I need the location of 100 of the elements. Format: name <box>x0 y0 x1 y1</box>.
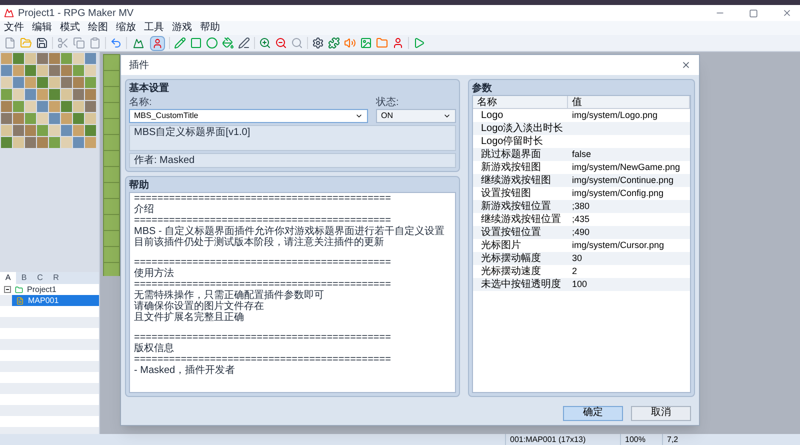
parameter-value: 100 <box>571 278 588 291</box>
caret-icon <box>355 112 363 120</box>
tileset-tab[interactable]: C <box>32 272 48 284</box>
column-header[interactable]: 名称 <box>473 96 568 108</box>
separator-text: ============================================ <box>134 257 392 268</box>
table-row[interactable]: Logo淡入淡出时长 <box>473 122 690 135</box>
group-title: 参数 <box>472 83 493 95</box>
section-heading: 版权信息 <box>134 343 175 354</box>
column-header[interactable]: 值 <box>568 96 690 108</box>
rectangle-icon[interactable] <box>190 37 202 49</box>
parameter-value: img/system/NewGame.png <box>571 161 682 174</box>
cut-icon[interactable] <box>57 37 69 49</box>
parameter-name: Logo停留时长 <box>480 135 544 148</box>
section-heading: 使用方法 <box>134 268 175 279</box>
window-title: Project1 - RPG Maker MV <box>18 6 134 20</box>
tileset-tab[interactable]: R <box>48 272 64 284</box>
table-row[interactable]: 未选中按钮透明度 100 <box>473 278 690 291</box>
parameter-value: 30 <box>571 252 584 265</box>
settings-icon[interactable] <box>312 37 324 49</box>
tree-item[interactable]: MAP001 <box>12 295 99 306</box>
separator-text: ============================================ <box>134 279 392 290</box>
parameter-value: ;490 <box>571 226 591 239</box>
paste-icon[interactable] <box>89 37 101 49</box>
parameter-name: 新游戏按钮图 <box>480 161 542 174</box>
menu-item[interactable]: 游戏 <box>172 23 192 33</box>
image-icon[interactable] <box>360 37 372 49</box>
status-text: 100% <box>620 434 662 445</box>
search-icon[interactable] <box>291 37 303 49</box>
folder-icon[interactable] <box>376 37 388 49</box>
undo-icon[interactable] <box>110 37 122 49</box>
parameter-name: 新游戏按钮位置 <box>480 200 552 213</box>
parameter-name: 未选中按钮透明度 <box>480 278 562 291</box>
maximize-button[interactable] <box>749 8 758 18</box>
ok-button[interactable]: 确定 <box>563 406 623 420</box>
parameter-name: 继续游戏按钮位置 <box>480 213 562 226</box>
table-row[interactable]: 继续游戏按钮图 img/system/Continue.png <box>473 174 690 187</box>
parameter-value: img/system/Continue.png <box>571 174 675 187</box>
app-icon <box>4 8 14 18</box>
tileset-tab[interactable]: A <box>0 272 16 284</box>
parameter-name: 设置按钮图 <box>480 187 532 200</box>
tileset-tab[interactable]: B <box>16 272 32 284</box>
folder-icon <box>15 286 23 294</box>
menu-item[interactable]: 模式 <box>60 23 80 33</box>
tileset-drawing[interactable] <box>0 52 98 150</box>
help-line: 且文件扩展名完整且正确 <box>134 312 245 323</box>
group-title: 帮助 <box>129 180 150 192</box>
parameter-value: ;435 <box>571 213 591 226</box>
copy-icon[interactable] <box>73 37 85 49</box>
pencil-icon[interactable] <box>174 37 186 49</box>
puzzle-icon[interactable] <box>328 37 340 49</box>
dialog-title: 插件 <box>129 58 149 72</box>
pen-icon[interactable] <box>238 37 250 49</box>
help-line: 目前该插件仍处于测试版本阶段，请注意关注插件的更新 <box>134 237 385 248</box>
table-row[interactable]: 新游戏按钮位置 ;380 <box>473 200 690 213</box>
parameter-name: Logo <box>480 109 504 122</box>
description-field[interactable]: MBS自定义标题界面[v1.0] <box>129 125 456 151</box>
cancel-button[interactable]: 取消 <box>631 406 691 420</box>
status-label: 状态: <box>376 97 400 109</box>
parameter-name: 跳过标题界面 <box>480 148 542 161</box>
parameter-value: false <box>571 148 592 161</box>
zoom-out-icon[interactable] <box>275 37 287 49</box>
close-button[interactable] <box>681 60 691 70</box>
open-icon[interactable] <box>20 37 32 49</box>
parameter-name: 设置按钮位置 <box>480 226 542 239</box>
caret-icon <box>443 112 451 120</box>
tree-item[interactable]: Project1 <box>0 284 99 295</box>
author-field[interactable]: 作者: Masked <box>129 153 456 168</box>
menu-item[interactable]: 工具 <box>144 23 164 33</box>
menu-item[interactable]: 编辑 <box>32 23 52 33</box>
table-row[interactable]: 设置按钮位置 ;490 <box>473 226 690 239</box>
help-line: - Masked，插件开发者 <box>134 365 236 376</box>
section-heading: 介绍 <box>134 204 155 215</box>
event-mode-button[interactable] <box>150 36 165 50</box>
save-icon[interactable] <box>36 37 48 49</box>
status-dropdown[interactable]: ON <box>376 109 456 123</box>
separator-text: ============================================ <box>134 332 392 343</box>
parameter-value: 2 <box>571 265 578 278</box>
fill-icon[interactable] <box>222 37 234 49</box>
parameter-value: ;380 <box>571 200 591 213</box>
close-button[interactable] <box>782 8 792 18</box>
zoom-in-icon[interactable] <box>259 37 271 49</box>
help-line: 请确保你设置的图片文件存在 <box>134 301 265 312</box>
play-icon[interactable] <box>413 37 425 49</box>
speaker-icon[interactable] <box>344 37 356 49</box>
menu-item[interactable]: 文件 <box>4 23 24 33</box>
status-text: 7,2 <box>662 434 704 445</box>
group-title: 基本设置 <box>129 83 170 95</box>
new-icon[interactable] <box>4 37 16 49</box>
ellipse-icon[interactable] <box>206 37 218 49</box>
name-label: 名称: <box>129 97 153 109</box>
parameter-name: Logo淡入淡出时长 <box>480 122 564 135</box>
name-dropdown[interactable]: MBS_CustomTitle <box>129 109 368 123</box>
table-row[interactable]: 跳过标题界面 false <box>473 148 690 161</box>
table-row[interactable]: 光标摆动幅度 30 <box>473 252 690 265</box>
character-icon[interactable] <box>392 37 404 49</box>
menu-item[interactable]: 缩放 <box>116 23 136 33</box>
menu-item[interactable]: 帮助 <box>200 23 220 33</box>
collapse-icon[interactable] <box>4 286 11 293</box>
menu-item[interactable]: 绘图 <box>88 23 108 33</box>
parameter-name: 光标摆动幅度 <box>480 252 542 265</box>
